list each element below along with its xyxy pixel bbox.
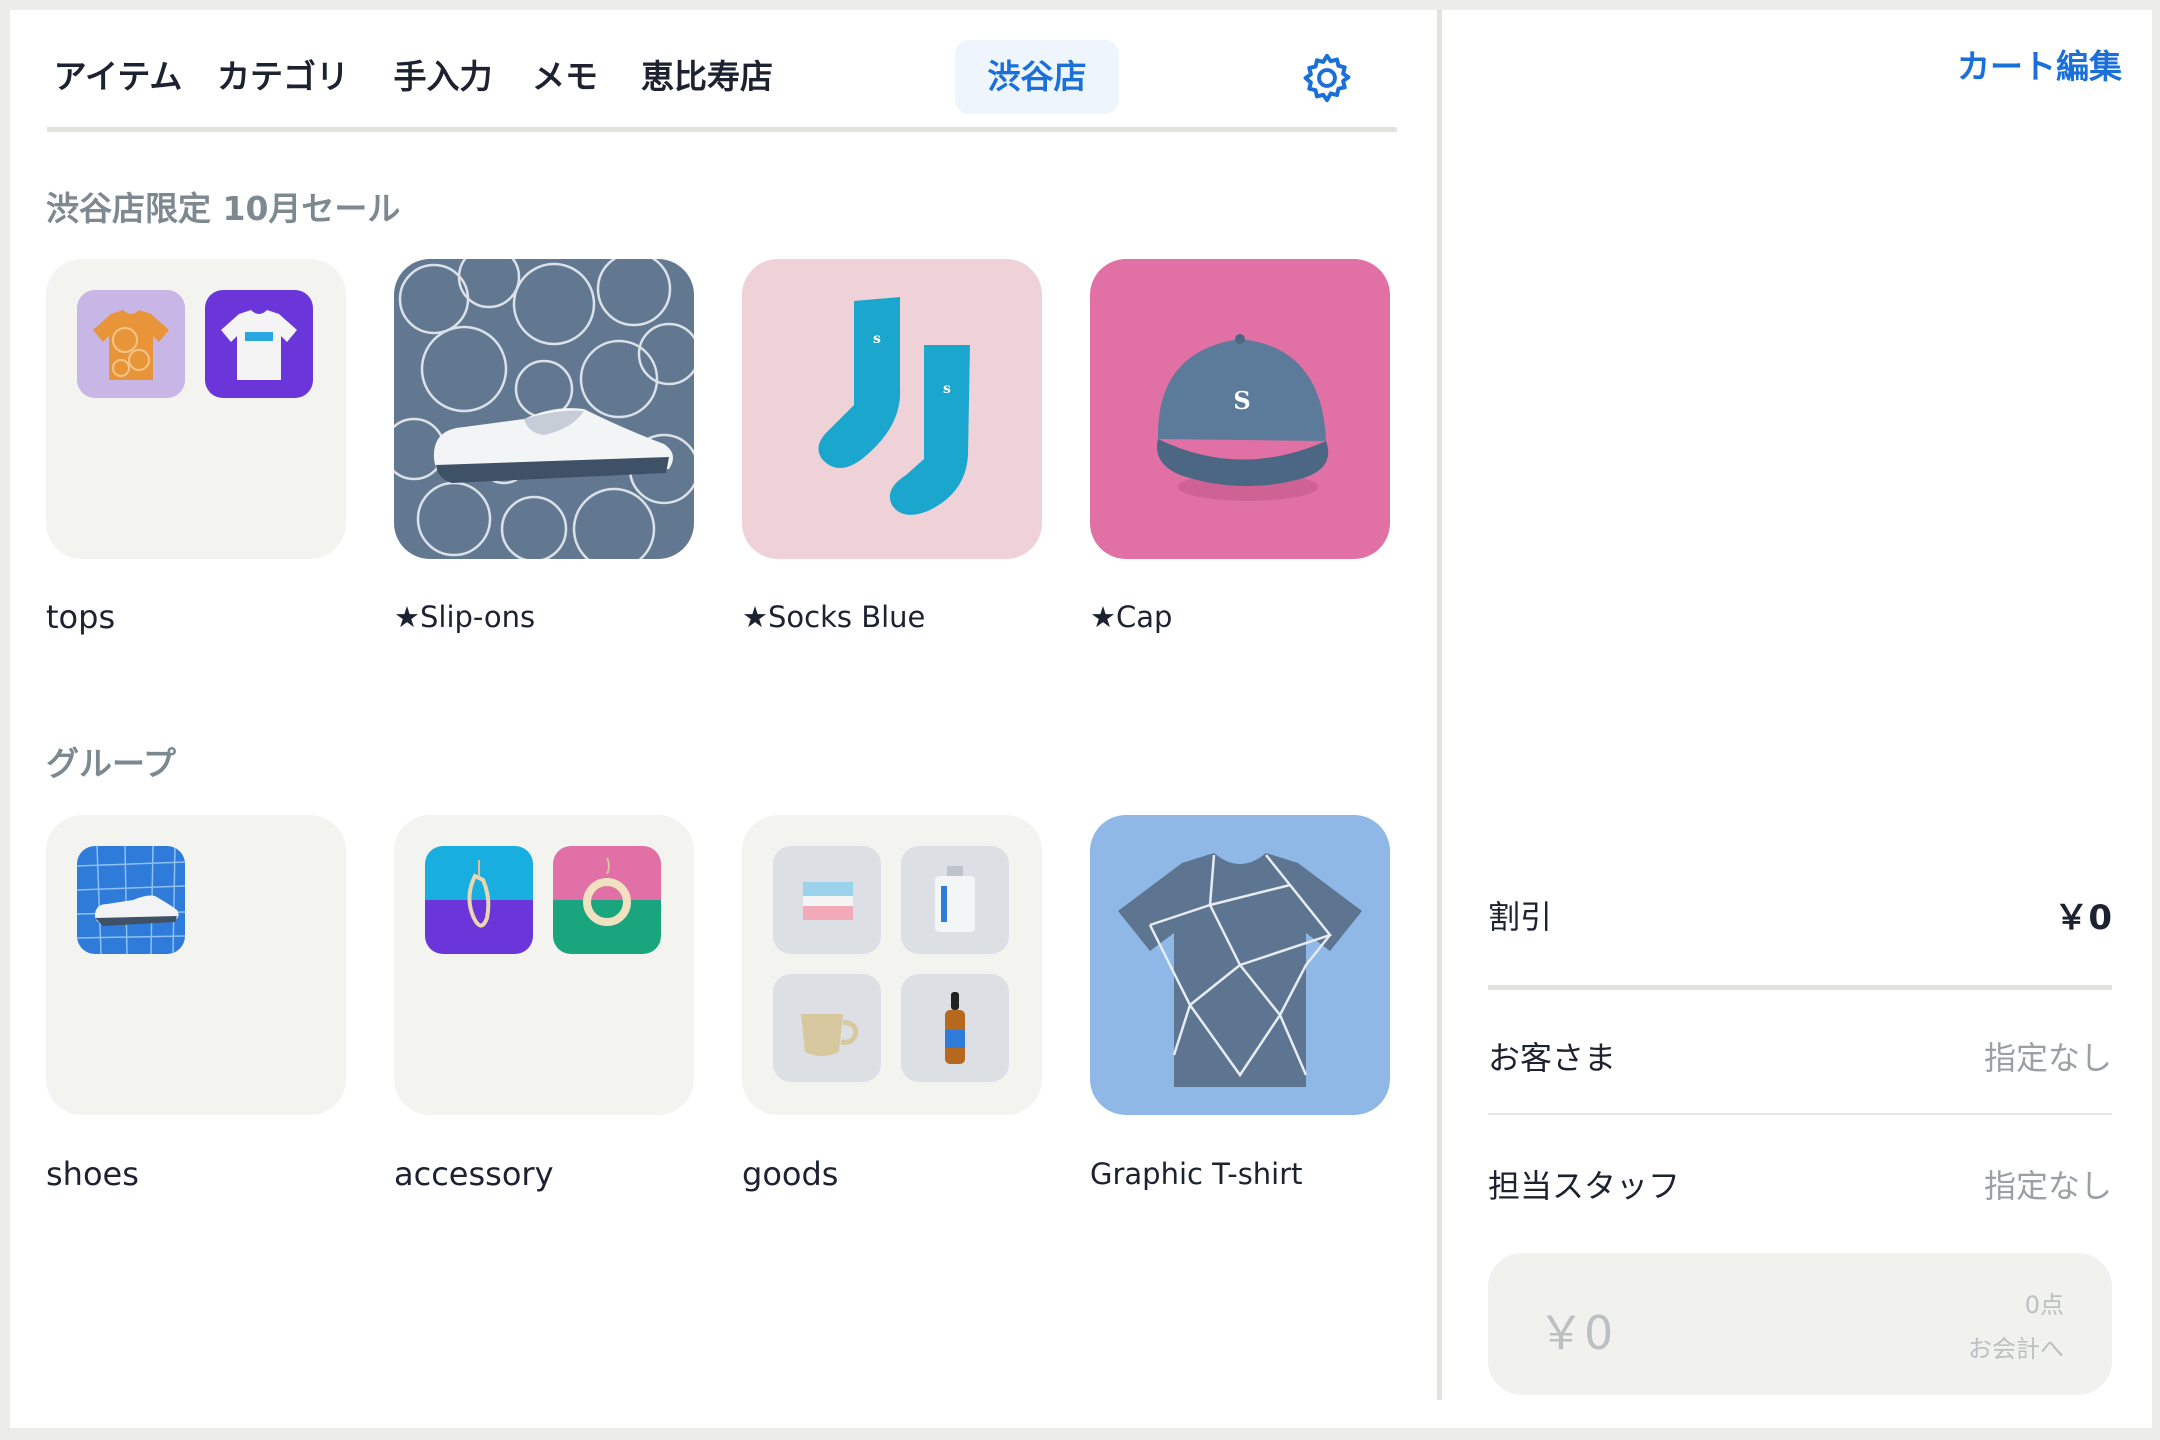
staff-label: 担当スタッフ bbox=[1488, 1167, 1681, 1205]
mug-thumbnail bbox=[773, 974, 881, 1082]
svg-text:s: s bbox=[873, 331, 881, 347]
tile-goods[interactable] bbox=[742, 815, 1042, 1115]
bottle-thumbnail bbox=[901, 846, 1009, 954]
tile-label-tops: tops bbox=[46, 598, 116, 636]
tile-shoes[interactable] bbox=[46, 815, 346, 1115]
cart-pane: カート編集 割引 ￥0 お客さま 指定なし 担当スタッフ 指定なし ￥0 0点 … bbox=[1442, 10, 2152, 1428]
section-title-groups: グループ bbox=[46, 744, 177, 783]
staff-value: 指定なし bbox=[1983, 1167, 2112, 1205]
tile-graphic-tshirt[interactable] bbox=[1090, 815, 1390, 1115]
ring-thumbnail bbox=[553, 846, 661, 954]
tile-label-cap: ★Cap bbox=[1090, 600, 1173, 634]
checkout-amount: ￥0 bbox=[1538, 1306, 1614, 1360]
tile-tops[interactable] bbox=[46, 259, 346, 559]
settings-button[interactable] bbox=[1299, 50, 1355, 106]
tab-manual-input[interactable]: 手入力 bbox=[377, 40, 509, 114]
orange-tshirt-thumbnail bbox=[77, 290, 185, 398]
tab-shibuya-store[interactable]: 渋谷店 bbox=[955, 40, 1119, 114]
tile-cap[interactable]: S bbox=[1090, 259, 1390, 559]
section-title-sale: 渋谷店限定 10月セール bbox=[46, 189, 401, 228]
shoe-thumbnail bbox=[77, 846, 185, 954]
cart-edit-button[interactable]: カート編集 bbox=[1957, 40, 2122, 88]
checkout-button[interactable]: ￥0 0点 お会計へ bbox=[1488, 1253, 2112, 1395]
tile-label-slip-ons: ★Slip-ons bbox=[394, 600, 536, 634]
tile-label-accessory: accessory bbox=[394, 1155, 554, 1193]
gear-icon bbox=[1303, 53, 1351, 103]
discount-label: 割引 bbox=[1488, 898, 1553, 936]
checkout-count: 0点 bbox=[2024, 1291, 2064, 1319]
customer-label: お客さま bbox=[1488, 1039, 1617, 1077]
tab-memo[interactable]: メモ bbox=[517, 40, 613, 114]
svg-text:S: S bbox=[1233, 386, 1250, 415]
tile-label-socks-blue: ★Socks Blue bbox=[742, 600, 926, 634]
tile-label-shoes: shoes bbox=[46, 1155, 139, 1193]
app-screen: アイテム カテゴリ 手入力 メモ 恵比寿店 渋谷店 渋谷店限定 10月セール t… bbox=[10, 10, 2152, 1428]
earring-thumbnail bbox=[425, 846, 533, 954]
tab-bar: アイテム カテゴリ 手入力 メモ 恵比寿店 渋谷店 bbox=[47, 28, 1397, 132]
tab-items[interactable]: アイテム bbox=[47, 40, 189, 114]
tile-accessory[interactable] bbox=[394, 815, 694, 1115]
tile-slip-ons[interactable] bbox=[394, 259, 694, 559]
tab-categories[interactable]: カテゴリ bbox=[199, 40, 367, 114]
towel-thumbnail bbox=[773, 846, 881, 954]
staff-row[interactable]: 担当スタッフ 指定なし bbox=[1488, 1117, 2112, 1237]
tile-label-graphic-tshirt: Graphic T-shirt bbox=[1090, 1157, 1303, 1191]
catalog-pane: アイテム カテゴリ 手入力 メモ 恵比寿店 渋谷店 渋谷店限定 10月セール t… bbox=[10, 10, 1437, 1428]
white-tshirt-thumbnail bbox=[205, 290, 313, 398]
tile-label-goods: goods bbox=[742, 1155, 839, 1193]
customer-row[interactable]: お客さま 指定なし bbox=[1488, 995, 2112, 1115]
checkout-label: お会計へ bbox=[1968, 1335, 2064, 1363]
cap-image: S bbox=[1156, 334, 1329, 501]
customer-value: 指定なし bbox=[1983, 1039, 2112, 1077]
slip-ons-image bbox=[394, 259, 694, 559]
dropper-thumbnail bbox=[901, 974, 1009, 1082]
discount-row[interactable]: 割引 ￥0 bbox=[1488, 870, 2112, 990]
graphic-tshirt-image bbox=[1118, 853, 1362, 1087]
socks-image: s s bbox=[818, 297, 970, 515]
discount-value: ￥0 bbox=[2054, 898, 2112, 938]
svg-text:s: s bbox=[943, 381, 951, 397]
tile-socks-blue[interactable]: s s bbox=[742, 259, 1042, 559]
tab-ebisu-store[interactable]: 恵比寿店 bbox=[627, 40, 787, 114]
